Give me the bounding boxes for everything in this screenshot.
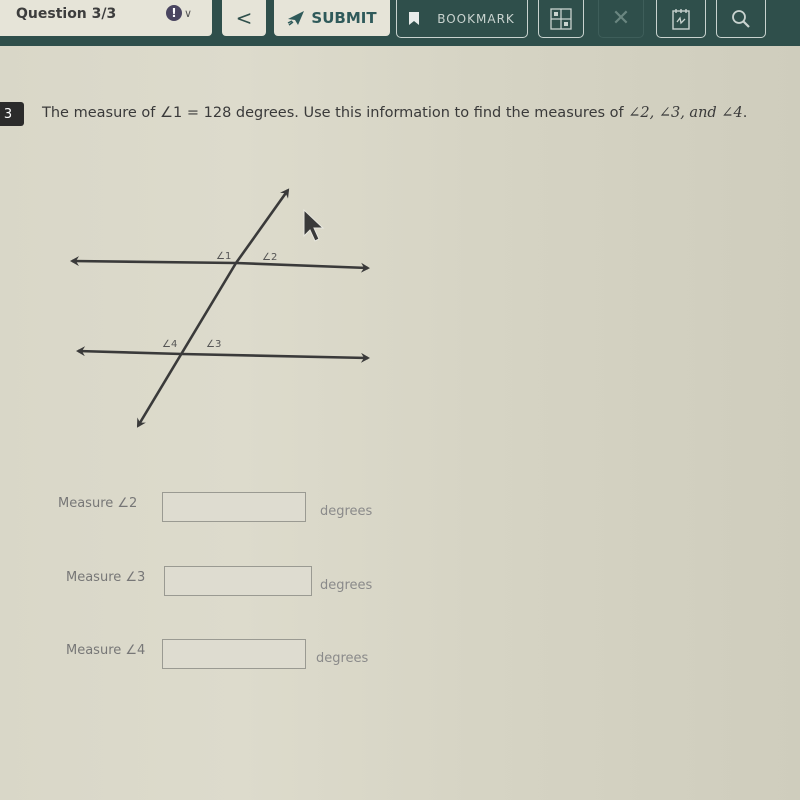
search-button[interactable] xyxy=(716,0,766,38)
answer-row-angle-4: Measure ∠4 degrees xyxy=(66,639,486,673)
notepad-icon xyxy=(672,8,690,30)
answer-label: Measure ∠2 xyxy=(58,496,138,511)
answer-label: Measure ∠4 xyxy=(66,643,146,658)
unit-label: degrees xyxy=(320,578,373,593)
unit-label: degrees xyxy=(320,504,373,519)
angle-4-label: ∠4 xyxy=(162,339,177,350)
submit-label: SUBMIT xyxy=(311,9,377,27)
chevron-down-icon: ∨ xyxy=(184,6,193,20)
parallel-line-bottom xyxy=(76,346,183,357)
prompt-text-1: The measure of xyxy=(42,105,161,121)
submit-button[interactable]: SUBMIT xyxy=(274,0,390,36)
notepad-button[interactable] xyxy=(656,0,706,38)
angle-3-input[interactable] xyxy=(164,566,312,596)
top-toolbar: Question 3/3 ! ∨ < SUBMIT BOOKMARK ✕ xyxy=(0,0,800,46)
flag-dropdown-button[interactable]: ! ∨ xyxy=(166,5,192,21)
bookmark-button[interactable]: BOOKMARK xyxy=(396,0,528,38)
prompt-end: . xyxy=(742,105,748,121)
close-icon: ✕ xyxy=(611,6,631,31)
angle-3-label: ∠3 xyxy=(206,339,221,350)
question-counter: Question 3/3 xyxy=(16,6,117,22)
prompt-angles-list: ∠2, ∠3, and ∠4 xyxy=(628,105,743,121)
parallel-line-top xyxy=(70,256,237,267)
prompt-angle-1: ∠1 xyxy=(160,105,183,121)
paper-plane-icon xyxy=(288,11,305,26)
answer-label: Measure ∠3 xyxy=(66,570,146,585)
parallel-lines-diagram: ∠1 ∠2 ∠4 ∠3 xyxy=(70,188,370,428)
parallel-line-top-right xyxy=(235,261,370,273)
calculator-button[interactable] xyxy=(538,0,584,38)
bookmark-icon xyxy=(409,12,420,25)
back-button[interactable]: < xyxy=(222,0,266,36)
exclamation-flag-icon: ! xyxy=(166,5,182,21)
close-button[interactable]: ✕ xyxy=(598,0,644,38)
parallel-line-bottom-right xyxy=(181,352,370,363)
calculator-grid-icon xyxy=(550,7,572,30)
question-prompt: The measure of ∠1 = 128 degrees. Use thi… xyxy=(42,105,747,121)
question-panel: Question 3/3 ! ∨ xyxy=(0,0,212,36)
angle-4-input[interactable] xyxy=(162,639,306,669)
angle-2-label: ∠2 xyxy=(262,252,277,263)
magnifier-icon xyxy=(732,9,750,28)
answer-row-angle-3: Measure ∠3 degrees xyxy=(66,566,486,600)
bookmark-label: BOOKMARK xyxy=(437,11,515,26)
answer-row-angle-2: Measure ∠2 degrees xyxy=(58,492,478,526)
chevron-left-icon: < xyxy=(235,6,253,30)
prompt-text-2: = 128 degrees. Use this information to f… xyxy=(182,105,629,121)
angle-1-label: ∠1 xyxy=(216,251,231,262)
angle-2-input[interactable] xyxy=(162,492,306,522)
mouse-pointer-icon xyxy=(303,208,325,242)
unit-label: degrees xyxy=(316,651,369,666)
question-number-badge: 3 xyxy=(0,102,24,126)
